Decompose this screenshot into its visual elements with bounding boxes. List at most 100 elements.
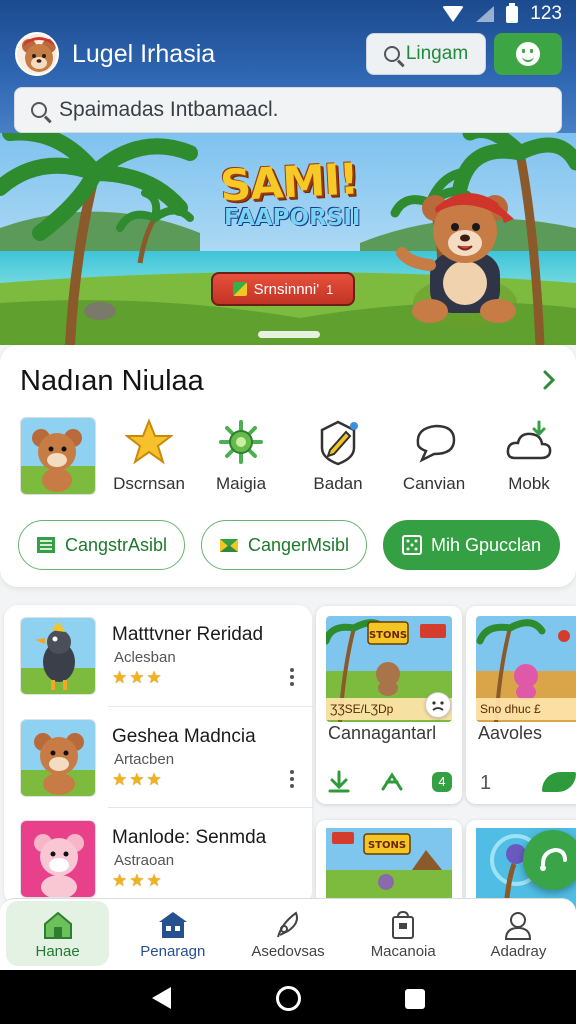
search-placeholder: Spaimadas Intbamaacl. bbox=[59, 98, 279, 121]
category-item[interactable]: Badan bbox=[293, 412, 383, 494]
nav-item-store[interactable]: Penaragn bbox=[115, 899, 230, 970]
nav-label: Macanoia bbox=[370, 943, 436, 960]
battery-icon bbox=[506, 2, 519, 23]
category-item[interactable]: Canvian bbox=[389, 412, 479, 494]
list-item[interactable]: Manlode: Senmda Astraoan ★★★ bbox=[4, 809, 312, 909]
bear-icon bbox=[21, 418, 95, 494]
nav-item-bag[interactable]: Macanoia bbox=[346, 899, 461, 970]
back-icon[interactable] bbox=[152, 987, 171, 1009]
list-thumbnail bbox=[20, 719, 96, 797]
game-card[interactable]: STONS bbox=[316, 820, 462, 910]
refresh-icon bbox=[540, 847, 567, 871]
game-badge: 4 bbox=[432, 772, 452, 792]
game-banner-strip: Sno dhuc £ bbox=[476, 698, 576, 720]
nav-item-feather[interactable]: Asedovsas bbox=[230, 899, 345, 970]
download-icon[interactable] bbox=[326, 769, 352, 795]
list-divider bbox=[108, 807, 314, 808]
list-item-subtitle: Artacben bbox=[114, 751, 175, 768]
status-time: 123 bbox=[530, 3, 562, 24]
nav-item-profile[interactable]: Adadray bbox=[461, 899, 576, 970]
more-options-icon[interactable] bbox=[289, 668, 295, 690]
category-label: Badan bbox=[313, 474, 363, 493]
game-title: Aavoles bbox=[478, 723, 543, 743]
banner-page-indicator bbox=[258, 331, 320, 338]
list-item-subtitle: Aclesban bbox=[114, 649, 176, 666]
list-divider bbox=[108, 706, 314, 707]
feather-icon bbox=[277, 911, 298, 938]
game-title: Cannagantarl bbox=[328, 723, 437, 743]
recent-apps-icon[interactable] bbox=[405, 989, 425, 1009]
profile-smile-button[interactable] bbox=[494, 33, 562, 75]
app-avatar[interactable] bbox=[15, 32, 59, 76]
list-item[interactable]: Geshea Madncia Artacben ★★★ bbox=[4, 708, 312, 808]
nav-label: Hanae bbox=[35, 943, 80, 960]
promo-banner[interactable]: SAMI! FAAPORSII Srnsinnni' 1 bbox=[0, 133, 576, 345]
pill-button[interactable]: CangstrAsibl bbox=[18, 520, 185, 570]
pill-button[interactable]: CangerMsibl bbox=[201, 520, 367, 570]
sad-face-icon bbox=[425, 692, 451, 718]
pill-button-primary[interactable]: Mih Gpucclan bbox=[383, 520, 560, 570]
game-thumbnail: STONS bbox=[326, 828, 452, 910]
app-title: Lugel Irhasia bbox=[72, 40, 216, 68]
nav-item-home[interactable]: Hanae bbox=[0, 899, 115, 970]
signal-icon bbox=[476, 6, 495, 22]
game-thumb-logo: STONS bbox=[369, 630, 407, 641]
list-icon bbox=[36, 537, 55, 553]
pill-label: Mih Gpucclan bbox=[430, 534, 542, 555]
pill-label: CangstrAsibl bbox=[64, 534, 168, 555]
bag-icon bbox=[392, 910, 415, 939]
status-bar: 123 bbox=[442, 0, 562, 28]
banner-cta-label: Srnsinnni' bbox=[253, 280, 320, 298]
cloud-download-icon bbox=[506, 420, 552, 460]
share-icon[interactable] bbox=[379, 769, 405, 795]
search-icon bbox=[31, 102, 47, 118]
person-icon bbox=[505, 912, 532, 940]
bear-icon bbox=[22, 37, 56, 72]
section-title: Nadıan Niulaa bbox=[20, 365, 204, 397]
game-rank: 1 bbox=[480, 772, 492, 794]
category-label: Maigia bbox=[215, 474, 267, 493]
pen-badge-icon bbox=[320, 420, 358, 466]
search-input[interactable]: Spaimadas Intbamaacl. bbox=[14, 87, 562, 133]
game-thumb-logo: STONS bbox=[368, 840, 406, 851]
star-icon bbox=[125, 418, 173, 465]
rating-stars: ★★★ bbox=[112, 668, 164, 687]
game-card[interactable]: Sno dhuc £ Aavoles 1 bbox=[466, 606, 576, 804]
floating-action-button[interactable] bbox=[523, 830, 576, 890]
category-item[interactable]: Dscrnsan bbox=[104, 412, 194, 494]
search-icon bbox=[383, 46, 400, 62]
speech-bubble-icon bbox=[416, 424, 456, 463]
store-icon bbox=[158, 912, 187, 938]
pink-bear-icon bbox=[21, 821, 95, 897]
list-thumbnail bbox=[20, 617, 96, 695]
category-item[interactable]: Maigia bbox=[196, 412, 286, 494]
rating-stars: ★★★ bbox=[112, 871, 164, 890]
home-circle-icon[interactable] bbox=[276, 986, 301, 1011]
gear-sun-icon bbox=[219, 420, 263, 464]
envelope-icon bbox=[219, 539, 238, 552]
featured-bear-thumbnail[interactable] bbox=[20, 417, 96, 495]
app-header: 123 Lugel Irhasia Lingam Spaimadas Intba… bbox=[0, 0, 576, 140]
leaf-icon bbox=[542, 772, 576, 792]
banner-cta-badge: 1 bbox=[326, 281, 334, 297]
more-options-icon[interactable] bbox=[289, 770, 295, 792]
game-card[interactable]: STONS ƷƷSE/LƷDp Cannagantarl 4 bbox=[316, 606, 462, 804]
nav-label: Penaragn bbox=[140, 943, 206, 960]
chevron-right-icon[interactable] bbox=[537, 368, 561, 392]
category-item[interactable]: Mobk bbox=[484, 412, 574, 494]
wifi-icon bbox=[442, 6, 465, 22]
grid-icon bbox=[401, 535, 422, 555]
smiley-icon bbox=[516, 42, 540, 66]
banner-title: SAMI! bbox=[218, 154, 360, 212]
game-actions: 4 bbox=[326, 769, 452, 795]
rating-stars: ★★★ bbox=[112, 770, 164, 789]
banner-cta-button[interactable]: Srnsinnni' 1 bbox=[211, 272, 355, 306]
list-item-title: Matttvner Reridad bbox=[112, 624, 264, 645]
banner-subtitle: FAAPORSII bbox=[224, 205, 361, 231]
list-item-title: Manlode: Senmda bbox=[112, 827, 267, 848]
language-button[interactable]: Lingam bbox=[366, 33, 486, 75]
category-label: Mobk bbox=[508, 474, 550, 493]
home-icon bbox=[43, 911, 72, 939]
list-item[interactable]: Matttvner Reridad Aclesban ★★★ bbox=[4, 606, 312, 706]
cube-icon bbox=[232, 282, 247, 296]
